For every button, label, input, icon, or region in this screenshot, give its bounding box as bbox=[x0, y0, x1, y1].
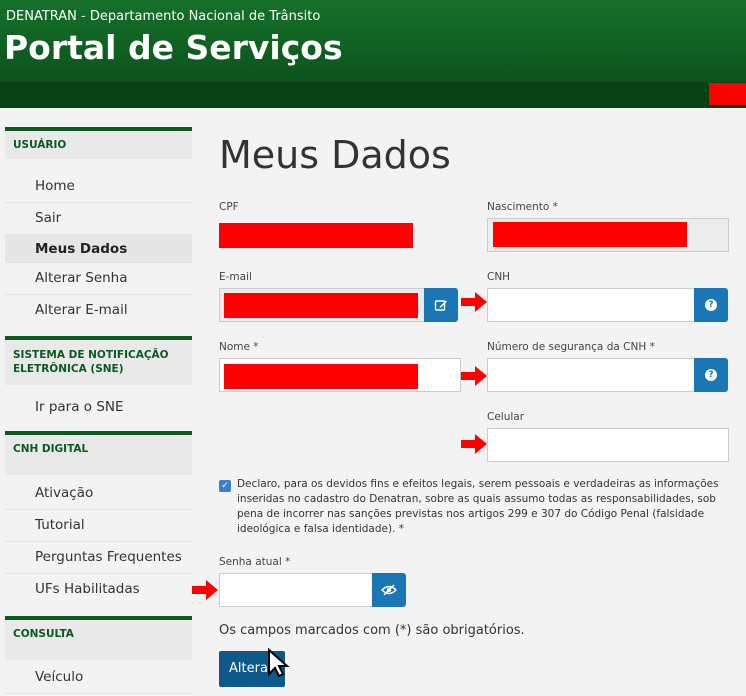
edit-icon bbox=[434, 300, 447, 311]
page-title: Meus Dados bbox=[219, 133, 451, 177]
cnh-seguranca-help-button[interactable]: ? bbox=[694, 358, 728, 392]
sidebar-item-perguntas[interactable]: Perguntas Frequentes bbox=[5, 542, 192, 574]
email-label: E-mail bbox=[219, 271, 252, 283]
cnh-seguranca-field[interactable] bbox=[487, 358, 695, 392]
sidebar-item-tutorial[interactable]: Tutorial bbox=[5, 510, 192, 542]
email-value-redacted bbox=[224, 293, 418, 318]
cpf-value-redacted bbox=[219, 223, 413, 248]
red-arrow-icon bbox=[461, 366, 487, 386]
cpf-label: CPF bbox=[219, 201, 239, 213]
site-header: DENATRAN - Departamento Nacional de Trân… bbox=[0, 0, 746, 108]
sidebar-item-alterar-senha[interactable]: Alterar Senha bbox=[5, 263, 192, 295]
sidebar-section-sne: SISTEMA DE NOTIFICAÇÃO ELETRÔNICA (SNE) bbox=[5, 336, 192, 385]
sidebar-section-usuario: USUÁRIO bbox=[5, 127, 192, 159]
sidebar-item-ir-sne[interactable]: Ir para o SNE bbox=[5, 392, 192, 424]
sidebar-item-ufs[interactable]: UFs Habilitadas bbox=[5, 574, 192, 606]
org-name: DENATRAN - Departamento Nacional de Trân… bbox=[6, 9, 321, 24]
red-arrow-icon bbox=[461, 434, 487, 454]
edit-email-button[interactable] bbox=[424, 288, 458, 322]
question-icon: ? bbox=[705, 299, 717, 311]
sidebar-item-ativacao[interactable]: Ativação bbox=[5, 478, 192, 510]
portal-title: Portal de Serviços bbox=[4, 28, 343, 67]
sidebar-item-alterar-email[interactable]: Alterar E-mail bbox=[5, 295, 192, 327]
nascimento-value-redacted bbox=[493, 222, 687, 247]
required-fields-note: Os campos marcados com (*) são obrigatór… bbox=[219, 623, 525, 638]
cnh-label: CNH bbox=[487, 271, 511, 283]
declaration-text: Declaro, para os devidos fins e efeitos … bbox=[237, 478, 719, 535]
senha-field[interactable] bbox=[219, 573, 374, 607]
celular-label: Celular bbox=[487, 411, 525, 423]
sidebar-item-home[interactable]: Home bbox=[5, 171, 192, 203]
sidebar-section-cnh-digital: CNH DIGITAL bbox=[5, 431, 192, 475]
sidebar: USUÁRIO Home Sair Meus Dados Alterar Sen… bbox=[5, 127, 192, 694]
toggle-password-button[interactable] bbox=[372, 573, 406, 607]
celular-field[interactable] bbox=[487, 428, 729, 462]
cnh-seguranca-label: Número de segurança da CNH * bbox=[487, 341, 655, 353]
sidebar-item-sair[interactable]: Sair bbox=[5, 203, 192, 235]
declaration-checkbox[interactable]: ✓ bbox=[219, 480, 231, 492]
sidebar-item-veiculo[interactable]: Veículo bbox=[5, 662, 192, 694]
nascimento-label: Nascimento * bbox=[487, 201, 558, 213]
redaction-block bbox=[709, 83, 746, 105]
nome-value-redacted bbox=[224, 364, 418, 389]
header-band bbox=[0, 82, 746, 108]
sidebar-item-meus-dados[interactable]: Meus Dados bbox=[5, 235, 192, 263]
question-icon: ? bbox=[705, 369, 717, 381]
cnh-help-button[interactable]: ? bbox=[694, 288, 728, 322]
red-arrow-icon bbox=[461, 292, 487, 312]
mouse-cursor-icon bbox=[268, 648, 290, 678]
sidebar-section-consulta: CONSULTA bbox=[5, 616, 192, 660]
red-arrow-icon bbox=[192, 580, 218, 600]
nome-label: Nome * bbox=[219, 341, 259, 353]
senha-label: Senha atual * bbox=[219, 556, 291, 568]
eye-slash-icon bbox=[381, 584, 397, 596]
cnh-field[interactable] bbox=[487, 288, 695, 322]
